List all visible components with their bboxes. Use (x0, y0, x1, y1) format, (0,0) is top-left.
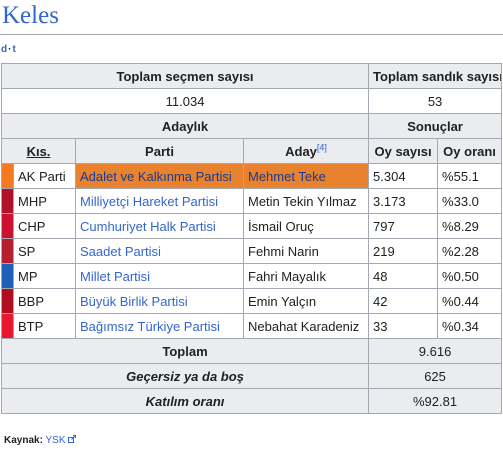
party-color-swatch (1, 313, 14, 339)
turnout-label: Katılım oranı (0, 388, 370, 414)
election-results-table: Toplam seçmen sayısı Toplam sandık sayıs… (0, 63, 503, 414)
party-name-cell: Büyük Birlik Partisi (75, 288, 244, 314)
party-name-cell: Milliyetçi Hareket Partisi (75, 188, 244, 214)
party-row: MHP Milliyetçi Hareket Partisi Metin Tekin… (1, 188, 503, 214)
party-color-swatch (1, 188, 14, 214)
navbar-talk-link[interactable]: t (12, 44, 15, 55)
candidates-group-header: Adaylık (0, 113, 370, 139)
share-value: %55.1 (437, 163, 503, 189)
party-abbr: BBP (13, 288, 76, 314)
party-row: SP Saadet Partisi Fehmi Narin 219 %2.28 (1, 238, 503, 264)
party-row: BBP Büyük Birlik Partisi Emin Yalçın 42 %0.4… (1, 288, 503, 314)
invalid-value: 625 (368, 363, 503, 389)
party-name-link[interactable]: Cumhuriyet Halk Partisi (80, 219, 216, 234)
votes-value: 42 (368, 288, 439, 314)
candidate-name: Nebahat Karadeniz (242, 313, 370, 339)
voters-value: 11.034 (0, 88, 370, 114)
party-name-cell: Millet Partisi (75, 263, 244, 289)
share-header: Oy oranı (437, 138, 503, 164)
party-name-link[interactable]: Büyük Birlik Partisi (80, 294, 188, 309)
party-abbr: AK Parti (13, 163, 76, 189)
external-link-icon (67, 435, 76, 443)
party-name-cell: Saadet Partisi (75, 238, 244, 264)
votes-value: 5.304 (368, 163, 439, 189)
votes-value: 48 (368, 263, 439, 289)
total-value: 9.616 (368, 338, 503, 364)
candidate-reference-link[interactable]: [4] (317, 142, 327, 152)
title-underline (0, 34, 503, 35)
source-label: Kaynak: (4, 435, 43, 446)
party-abbr: CHP (13, 213, 76, 239)
party-row: MP Millet Partisi Fahri Mayalık 48 %0.50 (1, 263, 503, 289)
invalid-label: Geçersiz ya da boş (0, 363, 370, 389)
candidate-name: Fahri Mayalık (242, 263, 370, 289)
party-name-link[interactable]: Saadet Partisi (80, 244, 161, 259)
share-value: %0.34 (437, 313, 503, 339)
party-abbr: MP (13, 263, 76, 289)
share-value: %33.0 (437, 188, 503, 214)
abbr-header: Kıs. (1, 138, 76, 164)
boxes-label: Toplam sandık sayısı (368, 63, 503, 89)
source-link[interactable]: YSK (46, 435, 76, 446)
party-abbr: BTP (13, 313, 76, 339)
page-title: Keles (2, 2, 59, 29)
source-link-text: YSK (45, 435, 66, 446)
total-label: Toplam (0, 338, 370, 364)
candidate-header: Aday[4] (242, 138, 370, 164)
candidate-name: Emin Yalçın (242, 288, 370, 314)
source-note: Kaynak: YSK (4, 434, 76, 448)
party-row: AK Parti Adalet ve Kalkınma Partisi Mehmet… (1, 163, 503, 189)
votes-header: Oy sayısı (368, 138, 439, 164)
candidate-cell: Mehmet Teke (242, 163, 370, 189)
party-color-swatch (1, 163, 14, 189)
party-row: BTP Bağımsız Türkiye Partisi Nebahat Karad… (1, 313, 503, 339)
party-abbr: SP (13, 238, 76, 264)
results-group-header: Sonuçlar (368, 113, 503, 139)
navbar-view-link[interactable]: d (1, 44, 7, 55)
votes-value: 797 (368, 213, 439, 239)
share-value: %0.44 (437, 288, 503, 314)
abbr-header-label: Kıs. (26, 143, 51, 159)
party-color-swatch (1, 213, 14, 239)
party-row: CHP Cumhuriyet Halk Partisi İsmail Oruç 797… (1, 213, 503, 239)
candidate-link[interactable]: Mehmet Teke (248, 169, 326, 184)
navbar-separator: · (8, 44, 12, 55)
share-value: %2.28 (437, 238, 503, 264)
party-name-link[interactable]: Bağımsız Türkiye Partisi (80, 319, 220, 334)
party-abbr: MHP (13, 188, 76, 214)
share-value: %8.29 (437, 213, 503, 239)
candidate-name: Fehmi Narin (242, 238, 370, 264)
votes-value: 3.173 (368, 188, 439, 214)
party-color-swatch (1, 288, 14, 314)
party-name-link[interactable]: Adalet ve Kalkınma Partisi (80, 169, 232, 184)
candidate-name: Metin Tekin Yılmaz (242, 188, 370, 214)
party-name-cell: Cumhuriyet Halk Partisi (75, 213, 244, 239)
candidate-header-label: Aday (285, 143, 317, 159)
turnout-value: %92.81 (368, 388, 503, 414)
voters-label: Toplam seçmen sayısı (0, 63, 370, 89)
party-header: Parti (75, 138, 244, 164)
party-name-cell: Bağımsız Türkiye Partisi (75, 313, 244, 339)
party-name-link[interactable]: Millet Partisi (80, 269, 150, 284)
candidate-name: İsmail Oruç (242, 213, 370, 239)
party-color-swatch (1, 263, 14, 289)
party-color-swatch (1, 238, 14, 264)
votes-value: 219 (368, 238, 439, 264)
votes-value: 33 (368, 313, 439, 339)
share-value: %0.50 (437, 263, 503, 289)
boxes-value: 53 (368, 88, 503, 114)
navbar: d·t (1, 44, 16, 56)
party-name-cell: Adalet ve Kalkınma Partisi (75, 163, 244, 189)
party-name-link[interactable]: Milliyetçi Hareket Partisi (80, 194, 218, 209)
